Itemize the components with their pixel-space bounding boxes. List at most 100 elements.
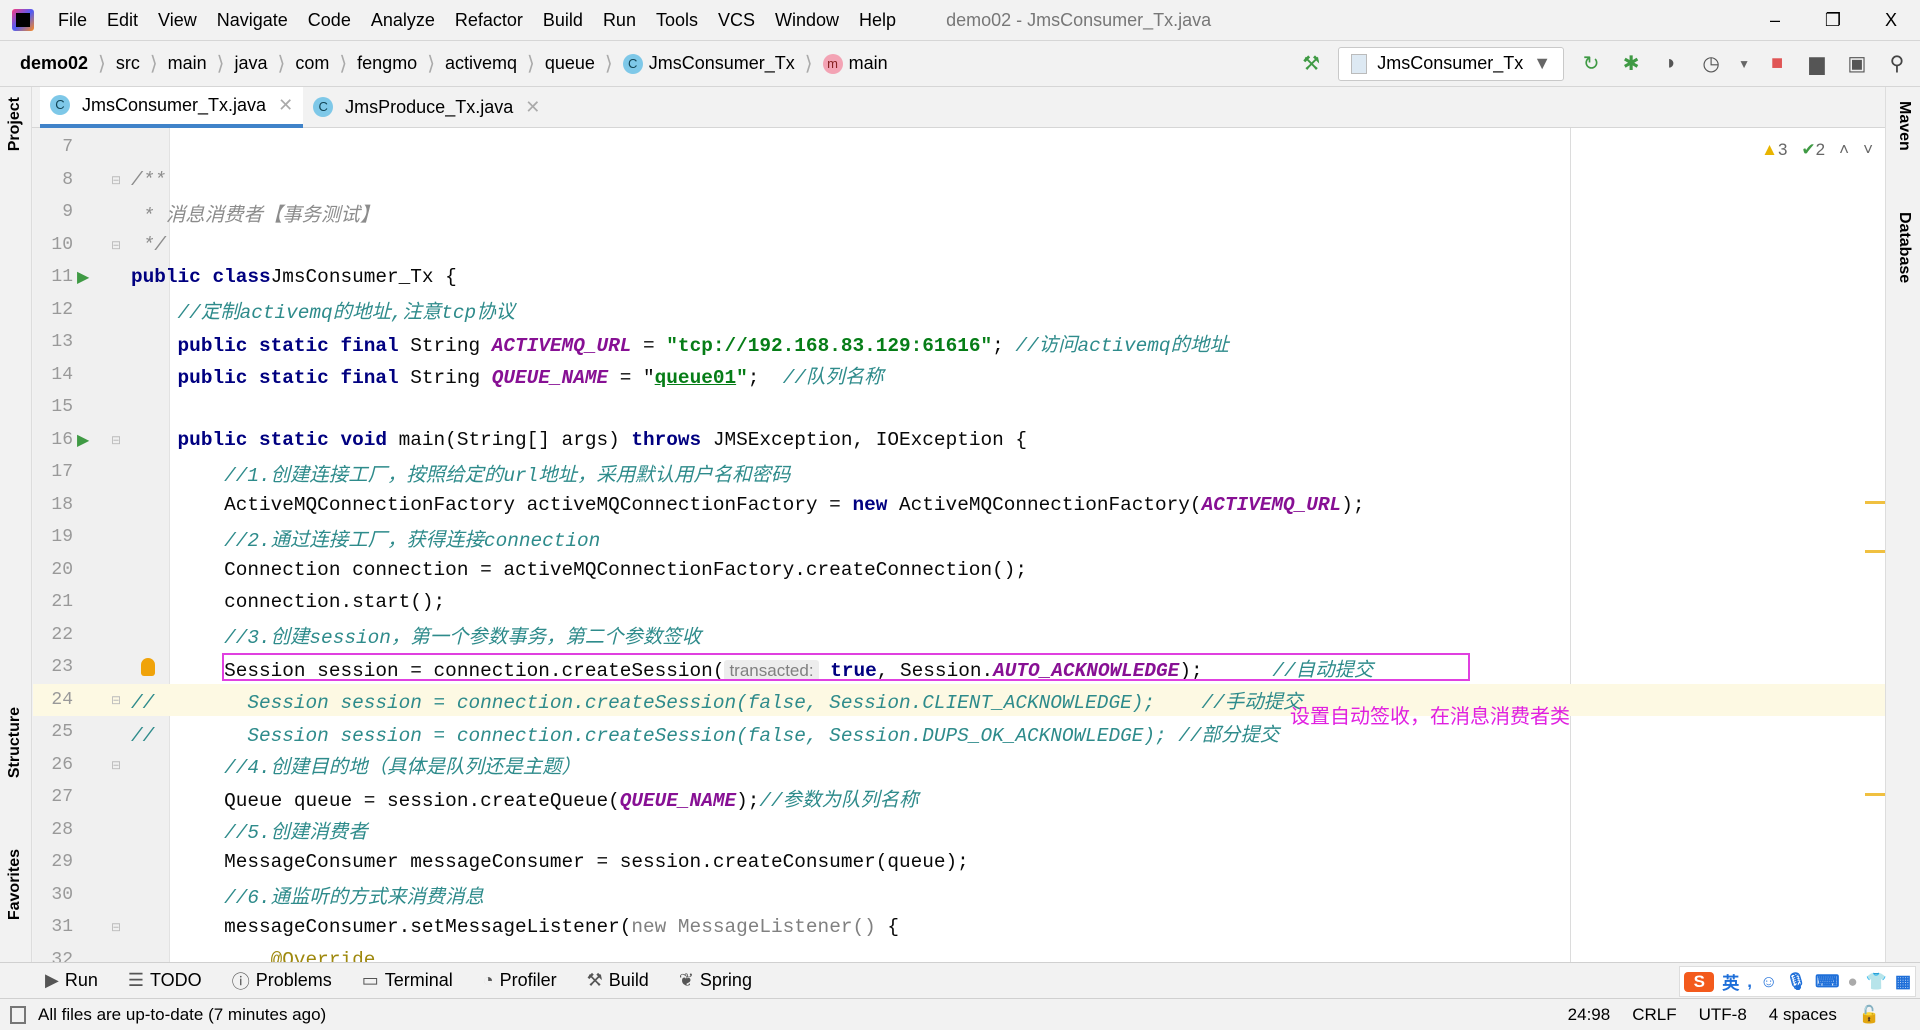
project-tool-button[interactable]: Project: [6, 97, 24, 151]
error-stripe-mark[interactable]: [1865, 501, 1885, 504]
build-hammer-icon[interactable]: ⚒: [1298, 51, 1324, 76]
punctuation-icon[interactable]: ,: [1747, 972, 1752, 992]
indent-setting[interactable]: 4 spaces: [1769, 1005, 1837, 1025]
code-line[interactable]: 25 // Session session = connection.create…: [33, 716, 1885, 749]
run-anything-icon[interactable]: ▣: [1844, 51, 1870, 76]
project-structure-icon[interactable]: ▆: [1804, 51, 1830, 76]
profiler-icon[interactable]: ◷: [1698, 51, 1724, 76]
code-line[interactable]: 10 ⊟ */: [33, 229, 1885, 262]
fold-marker-icon[interactable]: ⊟: [111, 693, 121, 707]
fold-marker-icon[interactable]: ⊟: [111, 920, 121, 934]
fold-marker-icon[interactable]: ⊟: [111, 238, 121, 252]
code-line[interactable]: 27 Queue queue = session.createQueue(QUE…: [33, 781, 1885, 814]
debug-bug-icon[interactable]: ✱: [1618, 51, 1644, 76]
code-line[interactable]: 18 ActiveMQConnectionFactory activeMQCon…: [33, 489, 1885, 522]
menu-grid-icon[interactable]: ▦: [1895, 972, 1911, 992]
menu-refactor[interactable]: Refactor: [445, 10, 533, 31]
next-highlight-icon[interactable]: ˅: [1863, 140, 1873, 160]
code-line[interactable]: 8 ⊟ /**: [33, 164, 1885, 197]
line-separator[interactable]: CRLF: [1632, 1005, 1676, 1025]
menu-edit[interactable]: Edit: [97, 10, 148, 31]
menu-code[interactable]: Code: [298, 10, 361, 31]
toolwindow-build[interactable]: ⚒ Build: [587, 970, 649, 991]
close-tab-icon[interactable]: ✕: [525, 97, 540, 118]
chevron-down-icon[interactable]: ▼: [1738, 57, 1750, 71]
menu-navigate[interactable]: Navigate: [207, 10, 298, 31]
code-line[interactable]: 29 MessageConsumer messageConsumer = ses…: [33, 846, 1885, 879]
code-line[interactable]: 28 //5.创建消费者: [33, 814, 1885, 847]
weak-warning-count[interactable]: ✔2: [1801, 140, 1825, 160]
code-editor[interactable]: 7 8 ⊟/** 9 * 消息消费者【事务测试】 10 ⊟ */11 ▶ public cla…: [33, 128, 1885, 962]
lock-icon[interactable]: 🔓: [1859, 1005, 1880, 1025]
inspection-widget[interactable]: ▲3 ✔2 ˄ ˅: [1761, 140, 1873, 160]
code-line[interactable]: 19 //2.通过连接工厂，获得连接connection: [33, 521, 1885, 554]
breadcrumb-item[interactable]: main: [168, 53, 207, 74]
breadcrumb-item[interactable]: main: [849, 53, 888, 74]
menu-analyze[interactable]: Analyze: [361, 10, 445, 31]
fold-marker-icon[interactable]: ⊟: [111, 758, 121, 772]
skin-icon[interactable]: 👕: [1866, 972, 1887, 992]
code-line[interactable]: 30 //6.通监听的方式来消费消息: [33, 879, 1885, 912]
menu-help[interactable]: Help: [849, 10, 906, 31]
minimize-button[interactable]: –: [1746, 10, 1804, 31]
toolwindow-profiler[interactable]: ◔ Profiler: [483, 970, 557, 991]
keyboard-icon[interactable]: ⌨: [1815, 972, 1840, 992]
breadcrumb-item[interactable]: src: [116, 53, 140, 74]
file-encoding[interactable]: UTF-8: [1699, 1005, 1747, 1025]
code-line[interactable]: 20 Connection connection = activeMQConne…: [33, 554, 1885, 587]
menu-vcs[interactable]: VCS: [708, 10, 765, 31]
menu-window[interactable]: Window: [765, 10, 849, 31]
database-tool-button[interactable]: Database: [1895, 212, 1913, 283]
fold-marker-icon[interactable]: ⊟: [111, 173, 121, 187]
favorites-tool-button[interactable]: Favorites: [6, 849, 24, 920]
breadcrumb-item[interactable]: java: [234, 53, 267, 74]
toolwindow-run[interactable]: ▶ Run: [45, 970, 98, 991]
structure-tool-button[interactable]: Structure: [6, 707, 24, 778]
run-configuration-select[interactable]: JmsConsumer_Tx ▼: [1338, 46, 1565, 81]
run-gutter-icon[interactable]: ▶: [77, 267, 89, 287]
breadcrumb-item[interactable]: JmsConsumer_Tx: [649, 53, 795, 74]
code-line[interactable]: 21 connection.start();: [33, 586, 1885, 619]
code-line[interactable]: 16 ▶ ⊟ public static void main(String[] ar…: [33, 424, 1885, 457]
code-line[interactable]: 22 //3.创建session，第一个参数事务，第二个参数签收: [33, 619, 1885, 652]
maven-tool-button[interactable]: Maven: [1895, 101, 1913, 151]
emoji-icon[interactable]: ☺: [1760, 972, 1777, 992]
user-icon[interactable]: ●: [1847, 972, 1857, 992]
run-gutter-icon[interactable]: ▶: [77, 430, 89, 450]
toolwindow-todo[interactable]: ☰ TODO: [128, 970, 202, 991]
toolwindow-terminal[interactable]: ▭ Terminal: [362, 970, 453, 991]
code-line[interactable]: 24 ⊟ // Session session = connection.creat…: [33, 683, 1885, 716]
rerun-icon[interactable]: ↻: [1578, 51, 1604, 76]
previous-highlight-icon[interactable]: ˄: [1839, 140, 1849, 160]
code-line[interactable]: 7: [33, 131, 1885, 164]
error-stripe-mark[interactable]: [1865, 793, 1885, 796]
code-line[interactable]: 12 //定制activemq的地址,注意tcp协议: [33, 294, 1885, 327]
restore-button[interactable]: ❐: [1804, 10, 1862, 31]
code-line[interactable]: 11 ▶ public classJmsConsumer_Tx {: [33, 261, 1885, 294]
breadcrumb-item[interactable]: activemq: [445, 53, 517, 74]
toolwindow-problems[interactable]: ⓘ Problems: [232, 968, 332, 994]
toolwindow-spring[interactable]: ❦ Spring: [679, 970, 752, 991]
code-line[interactable]: 9 * 消息消费者【事务测试】: [33, 196, 1885, 229]
stop-icon[interactable]: ■: [1764, 52, 1790, 75]
code-line[interactable]: 17 //1.创建连接工厂，按照给定的url地址，采用默认用户名和密码: [33, 456, 1885, 489]
close-button[interactable]: X: [1862, 10, 1920, 31]
search-icon[interactable]: ⚲: [1884, 51, 1910, 76]
menu-run[interactable]: Run: [593, 10, 646, 31]
code-line[interactable]: 32 @Override: [33, 944, 1885, 962]
breadcrumb-item[interactable]: com: [295, 53, 329, 74]
menu-build[interactable]: Build: [533, 10, 593, 31]
ime-language[interactable]: 英: [1722, 969, 1739, 994]
status-toggle-icon[interactable]: [10, 1005, 26, 1024]
error-stripe-mark[interactable]: [1865, 550, 1885, 553]
code-line[interactable]: 31 ⊟ messageConsumer.setMessageListener(n…: [33, 911, 1885, 944]
microphone-icon[interactable]: 🎙: [1785, 972, 1807, 992]
warning-count[interactable]: ▲3: [1761, 140, 1787, 160]
code-line[interactable]: 13 public static final String ACTIVEMQ_U…: [33, 326, 1885, 359]
menu-tools[interactable]: Tools: [646, 10, 708, 31]
close-tab-icon[interactable]: ✕: [278, 95, 293, 116]
code-line[interactable]: 14 public static final String QUEUE_NAME…: [33, 359, 1885, 392]
breadcrumb-item[interactable]: fengmo: [357, 53, 417, 74]
fold-marker-icon[interactable]: ⊟: [111, 433, 121, 447]
menu-view[interactable]: View: [148, 10, 207, 31]
